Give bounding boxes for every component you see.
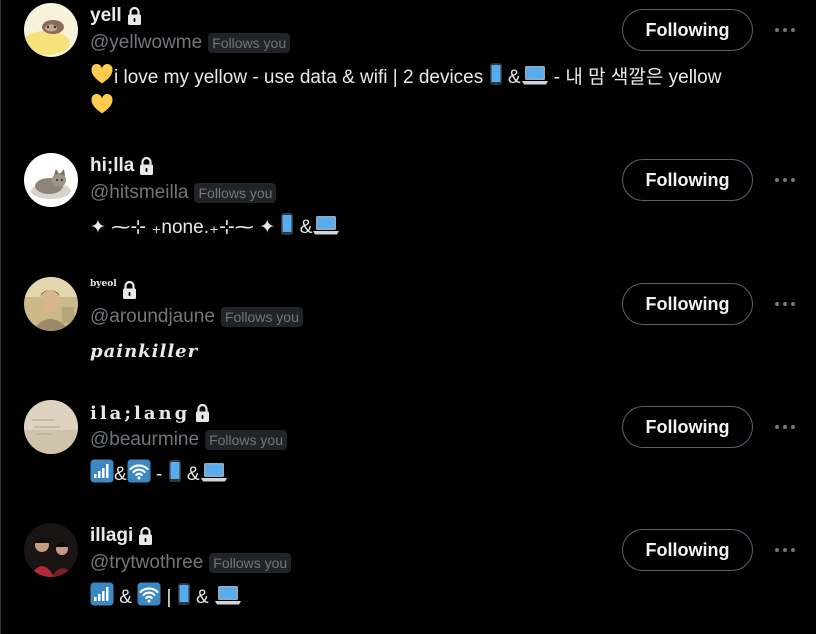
mobile-phone-emoji <box>177 582 191 606</box>
display-name[interactable]: hi;lla <box>90 155 134 177</box>
lock-icon <box>137 526 154 546</box>
bio-text: & <box>190 587 214 608</box>
display-name[interactable]: byeol <box>90 279 117 289</box>
more-options-button[interactable] <box>770 18 800 42</box>
yellow-heart-emoji <box>90 92 114 116</box>
user-bio: ✦ ⁓⊹ ₊none.₊⊹⁓ ✦ & <box>90 212 790 242</box>
bio-text: ✦ ⁓⊹ ₊none.₊⊹⁓ ✦ <box>90 217 281 238</box>
following-button[interactable]: Following <box>622 283 753 325</box>
following-button[interactable]: Following <box>622 406 753 448</box>
bio-text: | <box>161 587 177 608</box>
follows-you-badge: Follows you <box>208 33 291 53</box>
lock-icon <box>126 6 143 26</box>
laptop-emoji <box>521 64 549 86</box>
lock-icon <box>138 156 155 176</box>
following-button[interactable]: Following <box>622 9 753 51</box>
user-bio: i love my yellow - use data & wifi | 2 d… <box>90 62 790 122</box>
avatar[interactable] <box>24 3 78 57</box>
bio-text: - 내 맘 색깔은 yellow <box>548 67 722 88</box>
user-cell[interactable]: ila;lang @beaurmine Follows you & - & Fo… <box>0 397 816 520</box>
user-bio: & | & <box>90 582 790 612</box>
user-bio: painkiller <box>90 338 790 366</box>
more-options-button[interactable] <box>770 415 800 439</box>
user-handle[interactable]: @beaurmine <box>90 429 199 451</box>
more-icon <box>773 418 797 436</box>
yellow-heart-emoji <box>90 62 114 86</box>
more-icon <box>773 295 797 313</box>
avatar[interactable] <box>24 523 78 577</box>
bio-text: - <box>150 464 168 485</box>
user-cell[interactable]: yell @yellwowme Follows you i love my ye… <box>0 0 816 150</box>
avatar[interactable] <box>24 277 78 331</box>
mobile-phone-emoji <box>280 212 294 236</box>
more-icon <box>773 21 797 39</box>
bio-text: & <box>186 464 200 485</box>
bio-text: i love my yellow - use data & wifi | 2 d… <box>114 67 489 88</box>
avatar[interactable] <box>24 153 78 207</box>
user-cell[interactable]: byeol @aroundjaune Follows you painkille… <box>0 274 816 397</box>
mobile-phone-emoji <box>168 459 182 483</box>
wifi-emoji <box>127 459 151 483</box>
more-icon <box>773 171 797 189</box>
lock-icon <box>194 403 211 423</box>
bio-text: & <box>299 217 313 238</box>
more-options-button[interactable] <box>770 168 800 192</box>
more-icon <box>773 541 797 559</box>
following-button[interactable]: Following <box>622 529 753 571</box>
user-handle[interactable]: @yellwowme <box>90 32 202 54</box>
display-name[interactable]: yell <box>90 5 122 27</box>
bio-text: & <box>114 464 127 485</box>
signal-bars-emoji <box>90 459 114 483</box>
user-bio: & - & <box>90 459 790 489</box>
user-cell[interactable]: hi;lla @hitsmeilla Follows you ✦ ⁓⊹ ₊non… <box>0 150 816 274</box>
laptop-emoji <box>200 461 228 483</box>
follows-you-badge: Follows you <box>194 183 277 203</box>
laptop-emoji <box>312 214 340 236</box>
follows-you-badge: Follows you <box>209 553 292 573</box>
follows-you-badge: Follows you <box>205 430 287 450</box>
display-name[interactable]: illagi <box>90 525 133 547</box>
display-name[interactable]: ila;lang <box>90 403 190 424</box>
wifi-emoji <box>137 582 161 606</box>
more-options-button[interactable] <box>770 292 800 316</box>
mobile-phone-emoji <box>489 62 503 86</box>
bio-text: & <box>114 587 138 608</box>
follows-you-badge: Follows you <box>220 307 303 327</box>
user-handle[interactable]: @trytwothree <box>90 552 203 574</box>
bio-text: & <box>507 67 521 88</box>
more-options-button[interactable] <box>770 538 800 562</box>
user-handle[interactable]: @aroundjaune <box>90 306 215 328</box>
bio-text: painkiller <box>90 341 199 362</box>
user-handle[interactable]: @hitsmeilla <box>90 182 188 204</box>
laptop-emoji <box>214 584 242 606</box>
signal-bars-emoji <box>90 582 114 606</box>
user-cell[interactable]: illagi @trytwothree Follows you & | & Fo… <box>0 520 816 634</box>
avatar[interactable] <box>24 400 78 454</box>
following-button[interactable]: Following <box>622 159 753 201</box>
lock-icon <box>121 280 138 300</box>
